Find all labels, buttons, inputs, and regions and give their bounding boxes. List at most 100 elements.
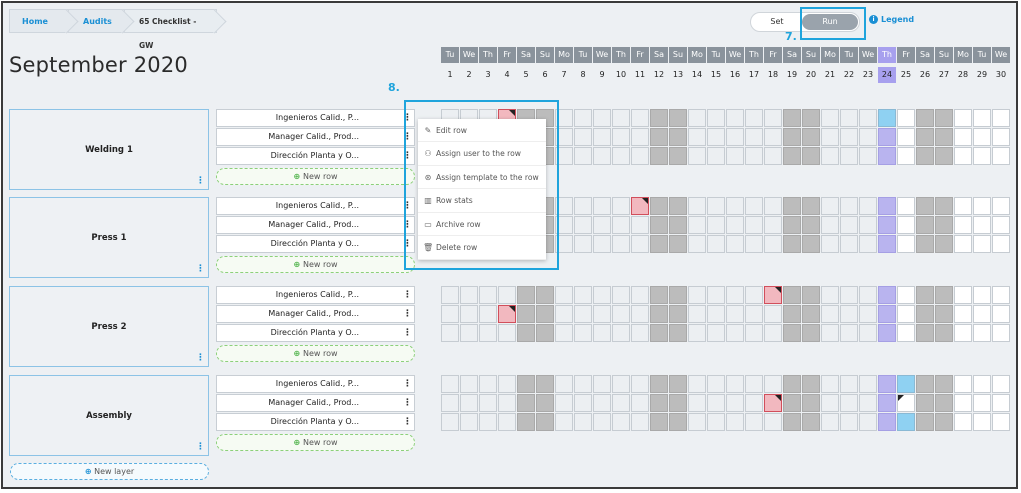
row-menu-icon[interactable]: ⋮ <box>403 287 412 303</box>
calendar-cell[interactable] <box>574 197 592 215</box>
calendar-cell[interactable] <box>536 375 554 393</box>
calendar-cell[interactable] <box>840 394 858 412</box>
calendar-cell[interactable] <box>460 324 478 342</box>
calendar-cell[interactable] <box>802 305 820 323</box>
calendar-cell[interactable] <box>631 128 649 146</box>
calendar-cell[interactable] <box>973 197 991 215</box>
calendar-cell[interactable] <box>878 235 896 253</box>
calendar-cell[interactable] <box>536 413 554 431</box>
context-menu-item[interactable]: ✎ Edit row <box>418 119 546 142</box>
calendar-cell[interactable] <box>859 147 877 165</box>
breadcrumb-home[interactable]: Home <box>9 9 69 33</box>
calendar-cell[interactable] <box>517 413 535 431</box>
calendar-cell[interactable] <box>536 286 554 304</box>
mode-set-option[interactable]: Set <box>751 13 803 31</box>
calendar-cell[interactable] <box>840 109 858 127</box>
calendar-cell[interactable] <box>631 197 649 215</box>
calendar-cell[interactable] <box>878 375 896 393</box>
calendar-cell[interactable] <box>631 413 649 431</box>
calendar-cell[interactable] <box>612 197 630 215</box>
calendar-cell[interactable] <box>745 109 763 127</box>
calendar-cell[interactable] <box>593 375 611 393</box>
calendar-cell[interactable] <box>935 375 953 393</box>
calendar-cell[interactable] <box>631 375 649 393</box>
calendar-cell[interactable] <box>973 305 991 323</box>
legend-link[interactable]: i Legend <box>869 15 914 24</box>
calendar-cell[interactable] <box>669 305 687 323</box>
layer-menu-icon[interactable]: ⋮ <box>196 442 205 452</box>
calendar-cell[interactable] <box>954 109 972 127</box>
calendar-cell[interactable] <box>897 109 915 127</box>
calendar-cell[interactable] <box>574 109 592 127</box>
calendar-cell[interactable] <box>441 286 459 304</box>
calendar-cell[interactable] <box>574 305 592 323</box>
calendar-cell[interactable] <box>745 235 763 253</box>
calendar-cell[interactable] <box>764 413 782 431</box>
row-menu-icon[interactable]: ⋮ <box>403 325 412 341</box>
calendar-cell[interactable] <box>669 394 687 412</box>
calendar-cell[interactable] <box>726 109 744 127</box>
context-menu-item[interactable]: ⊛ Assign template to the row <box>418 166 546 189</box>
calendar-cell[interactable] <box>916 216 934 234</box>
calendar-cell[interactable] <box>935 324 953 342</box>
calendar-cell[interactable] <box>992 235 1010 253</box>
calendar-cell[interactable] <box>688 286 706 304</box>
context-menu-item[interactable]: 🗑 Delete row <box>418 237 546 260</box>
calendar-cell[interactable] <box>764 197 782 215</box>
calendar-cell[interactable] <box>954 375 972 393</box>
calendar-cell[interactable] <box>783 324 801 342</box>
calendar-cell[interactable] <box>935 197 953 215</box>
calendar-cell[interactable] <box>688 375 706 393</box>
calendar-cell[interactable] <box>707 147 725 165</box>
calendar-cell[interactable] <box>745 375 763 393</box>
calendar-cell[interactable] <box>783 216 801 234</box>
calendar-cell[interactable] <box>802 286 820 304</box>
calendar-cell[interactable] <box>593 413 611 431</box>
calendar-cell[interactable] <box>764 375 782 393</box>
calendar-cell[interactable] <box>973 286 991 304</box>
calendar-cell[interactable] <box>707 216 725 234</box>
calendar-cell[interactable] <box>745 147 763 165</box>
calendar-cell[interactable] <box>707 109 725 127</box>
calendar-cell[interactable] <box>840 197 858 215</box>
calendar-cell[interactable] <box>631 286 649 304</box>
calendar-cell[interactable] <box>859 375 877 393</box>
calendar-cell[interactable] <box>764 109 782 127</box>
new-layer-button[interactable]: ⊕ New layer <box>10 463 209 480</box>
calendar-cell[interactable] <box>745 394 763 412</box>
calendar-cell[interactable] <box>992 216 1010 234</box>
calendar-cell[interactable] <box>859 286 877 304</box>
context-menu-item[interactable]: ▥ Row stats <box>418 190 546 213</box>
calendar-cell[interactable] <box>650 324 668 342</box>
calendar-cell[interactable] <box>479 394 497 412</box>
calendar-cell[interactable] <box>802 324 820 342</box>
calendar-cell[interactable] <box>973 375 991 393</box>
calendar-cell[interactable] <box>707 394 725 412</box>
calendar-cell[interactable] <box>878 197 896 215</box>
calendar-cell[interactable] <box>726 413 744 431</box>
calendar-cell[interactable] <box>821 128 839 146</box>
calendar-cell[interactable] <box>669 324 687 342</box>
calendar-cell[interactable] <box>840 216 858 234</box>
calendar-cell[interactable] <box>726 286 744 304</box>
new-row-button[interactable]: ⊕ New row <box>216 168 415 185</box>
calendar-cell[interactable] <box>441 394 459 412</box>
calendar-cell[interactable] <box>669 235 687 253</box>
calendar-cell[interactable] <box>574 128 592 146</box>
calendar-cell[interactable] <box>612 286 630 304</box>
calendar-cell[interactable] <box>802 109 820 127</box>
calendar-cell[interactable] <box>821 109 839 127</box>
new-row-button[interactable]: ⊕ New row <box>216 434 415 451</box>
calendar-cell[interactable] <box>954 197 972 215</box>
calendar-cell[interactable] <box>802 413 820 431</box>
calendar-cell[interactable] <box>878 216 896 234</box>
calendar-cell[interactable] <box>935 109 953 127</box>
calendar-cell[interactable] <box>935 128 953 146</box>
calendar-cell[interactable] <box>593 216 611 234</box>
calendar-cell[interactable] <box>650 197 668 215</box>
calendar-cell[interactable] <box>726 128 744 146</box>
calendar-cell[interactable] <box>821 216 839 234</box>
calendar-cell[interactable] <box>631 216 649 234</box>
calendar-cell[interactable] <box>593 305 611 323</box>
calendar-cell[interactable] <box>783 286 801 304</box>
